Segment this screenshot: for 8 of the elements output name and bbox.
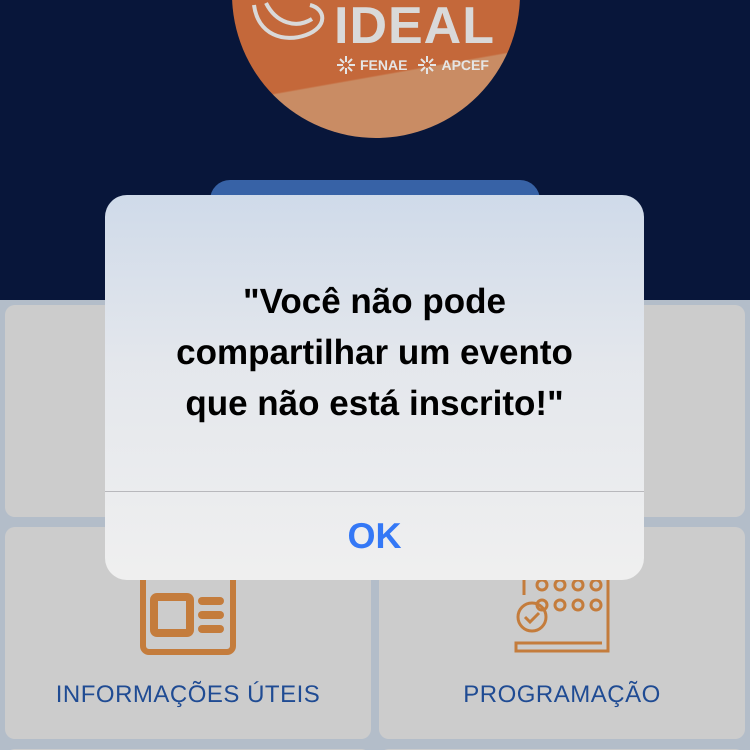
logo-title: IDEAL	[334, 1, 495, 51]
alert-message: "Você não pode compartilhar um evento que não está inscrito!"	[175, 280, 574, 424]
tile-label: INFORMAÇÕES ÚTEIS	[56, 681, 320, 709]
snowflake-icon	[336, 55, 356, 75]
snowflake-icon	[417, 55, 438, 75]
partner-name: APCEF	[441, 57, 489, 73]
tile-label: PROGRAMAÇÃO	[463, 681, 661, 709]
partner-name: FENAE	[360, 57, 408, 73]
